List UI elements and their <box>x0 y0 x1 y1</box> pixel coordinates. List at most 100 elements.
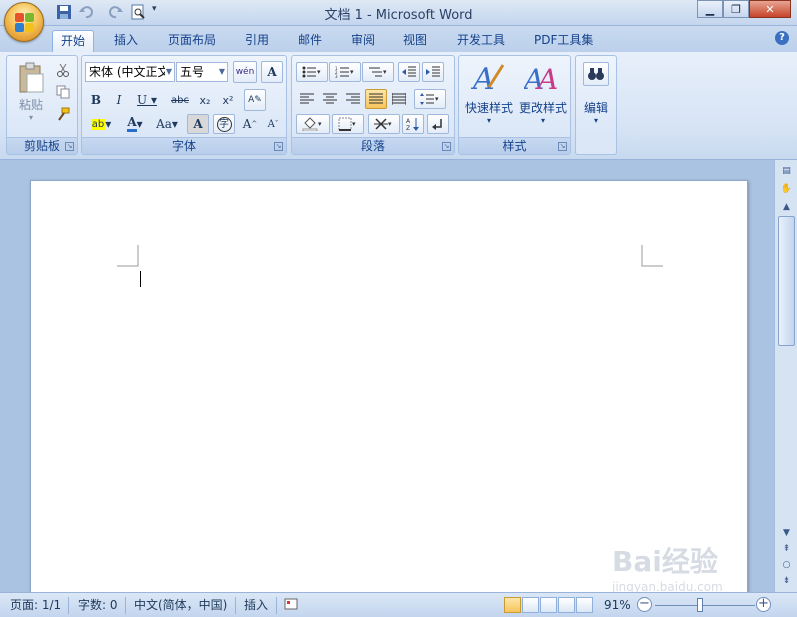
scroll-thumb[interactable] <box>778 216 795 346</box>
distributed-icon[interactable] <box>388 89 410 109</box>
align-right-icon[interactable] <box>342 89 364 109</box>
maximize-button[interactable]: ❐ <box>723 0 749 18</box>
binoculars-icon <box>583 62 609 86</box>
bold-icon[interactable]: B <box>86 90 106 110</box>
tab-developer[interactable]: 开发工具 <box>449 30 513 52</box>
scroll-up-icon[interactable]: ▲ <box>778 200 795 214</box>
font-group: 宋体 (中文正文 ▼ 五号 ▼ wén A B I U ▾ abc x₂ x² … <box>81 55 287 155</box>
increase-indent-icon[interactable] <box>422 62 444 82</box>
office-button[interactable] <box>4 2 44 42</box>
tab-page-layout[interactable]: 页面布局 <box>160 30 224 52</box>
zoom-slider-track[interactable] <box>655 605 755 606</box>
paste-label: 粘贴 <box>18 98 43 112</box>
tab-pdf-tools[interactable]: PDF工具集 <box>526 30 601 52</box>
web-layout-view-icon[interactable] <box>540 597 557 613</box>
subscript-icon[interactable]: x₂ <box>194 90 216 110</box>
multilevel-list-icon[interactable]: ▾ <box>362 62 394 82</box>
change-styles-icon: A A <box>524 63 558 93</box>
minimize-button[interactable]: ▁ <box>697 0 723 18</box>
styles-launcher-icon[interactable]: ↘ <box>558 142 567 151</box>
font-name-value: 宋体 (中文正文 <box>89 65 165 79</box>
shading-icon[interactable]: ▾ <box>296 114 330 134</box>
line-spacing-icon[interactable]: ▾ <box>414 89 446 109</box>
pan-hand-icon[interactable]: ✋ <box>778 182 795 196</box>
justify-icon[interactable] <box>365 89 387 109</box>
full-screen-reading-view-icon[interactable] <box>522 597 539 613</box>
clear-formatting-icon[interactable]: A✎ <box>244 89 266 111</box>
font-name-combo[interactable]: 宋体 (中文正文 ▼ <box>85 62 175 82</box>
sort-icon[interactable]: AZ <box>402 114 424 134</box>
tab-review[interactable]: 审阅 <box>343 30 383 52</box>
strikethrough-icon[interactable]: abc <box>168 90 192 110</box>
clipboard-group: 粘贴 ▾ 剪贴板 ↘ <box>6 55 78 155</box>
document-page[interactable] <box>30 180 748 600</box>
svg-text:A: A <box>406 118 411 125</box>
vertical-scrollbar[interactable]: ▤ ✋ ▲ ▼ ⇞ ○ ⇟ <box>774 160 797 592</box>
align-center-icon[interactable] <box>319 89 341 109</box>
underline-icon[interactable]: U ▾ <box>132 90 162 110</box>
paragraph-launcher-icon[interactable]: ↘ <box>442 142 451 151</box>
change-case-icon[interactable]: Aa▾ <box>152 114 182 134</box>
tab-insert[interactable]: 插入 <box>106 30 146 52</box>
styles-group-label: 样式 <box>459 137 570 154</box>
scroll-down-icon[interactable]: ▼ <box>778 526 795 540</box>
svg-text:A: A <box>535 63 558 93</box>
enclose-characters-icon[interactable]: 字 <box>213 114 235 134</box>
decrease-indent-icon[interactable] <box>398 62 420 82</box>
ruler-toggle-icon[interactable]: ▤ <box>778 164 795 178</box>
format-painter-icon[interactable] <box>53 104 73 124</box>
bullets-icon[interactable]: ▾ <box>296 62 328 82</box>
print-layout-view-icon[interactable] <box>504 597 521 613</box>
outline-view-icon[interactable] <box>558 597 575 613</box>
insert-mode[interactable]: 插入 <box>244 597 268 614</box>
character-border-icon[interactable]: A <box>261 61 283 83</box>
align-left-icon[interactable] <box>296 89 318 109</box>
draft-view-icon[interactable] <box>576 597 593 613</box>
macro-record-icon[interactable] <box>284 597 300 614</box>
document-area <box>0 160 774 600</box>
chevron-down-icon: ▼ <box>165 67 172 76</box>
zoom-slider-knob[interactable] <box>697 598 703 612</box>
ribbon: 粘贴 ▾ 剪贴板 ↘ 宋体 (中文正文 ▼ 五号 ▼ wén A B I U ▾… <box>0 52 797 160</box>
tab-home[interactable]: 开始 <box>52 30 95 52</box>
tab-mailings[interactable]: 邮件 <box>290 30 330 52</box>
cut-icon[interactable] <box>53 60 73 80</box>
font-color-icon[interactable]: A ▾ <box>120 114 150 134</box>
watermark-logo: Bai经验 jingyan.baidu.com <box>612 545 723 594</box>
page-count[interactable]: 页面: 1/1 <box>10 597 61 614</box>
copy-icon[interactable] <box>53 82 73 102</box>
character-shading-icon[interactable]: A <box>187 114 209 134</box>
zoom-out-icon[interactable]: − <box>637 597 652 612</box>
svg-text:3: 3 <box>335 74 338 78</box>
office-logo-icon <box>15 13 35 33</box>
grow-font-icon[interactable]: A ^ <box>239 114 261 134</box>
highlight-color-icon[interactable]: ab ▾ <box>86 114 116 134</box>
font-launcher-icon[interactable]: ↘ <box>274 142 283 151</box>
tab-view[interactable]: 视图 <box>395 30 435 52</box>
margin-corner-top-right <box>641 245 663 267</box>
help-icon[interactable]: ? <box>775 31 789 45</box>
close-button[interactable]: ✕ <box>749 0 791 18</box>
clipboard-launcher-icon[interactable]: ↘ <box>65 142 74 151</box>
numbering-icon[interactable]: 1 2 3 ▾ <box>329 62 361 82</box>
svg-text:▾: ▾ <box>318 120 322 128</box>
zoom-level[interactable]: 91% <box>604 597 631 614</box>
word-count[interactable]: 字数: 0 <box>78 597 118 614</box>
superscript-icon[interactable]: x² <box>217 90 239 110</box>
zoom-in-icon[interactable]: + <box>756 597 771 612</box>
paste-button[interactable]: 粘贴 ▾ <box>11 60 51 124</box>
phonetic-guide-icon[interactable]: wén <box>233 61 257 83</box>
language-indicator[interactable]: 中文(简体，中国) <box>134 597 227 614</box>
next-page-icon[interactable]: ⇟ <box>778 574 795 588</box>
svg-text:▾: ▾ <box>317 68 321 76</box>
tab-references[interactable]: 引用 <box>237 30 277 52</box>
font-size-combo[interactable]: 五号 ▼ <box>176 62 228 82</box>
shrink-font-icon[interactable]: Aˇ <box>262 114 284 134</box>
paste-icon <box>19 62 44 93</box>
asian-layout-icon[interactable]: ▾ <box>368 114 400 134</box>
borders-icon[interactable]: ▾ <box>332 114 364 134</box>
italic-icon[interactable]: I <box>109 90 129 110</box>
browse-object-icon[interactable]: ○ <box>778 558 795 572</box>
show-hide-marks-icon[interactable] <box>427 114 449 134</box>
previous-page-icon[interactable]: ⇞ <box>778 542 795 556</box>
